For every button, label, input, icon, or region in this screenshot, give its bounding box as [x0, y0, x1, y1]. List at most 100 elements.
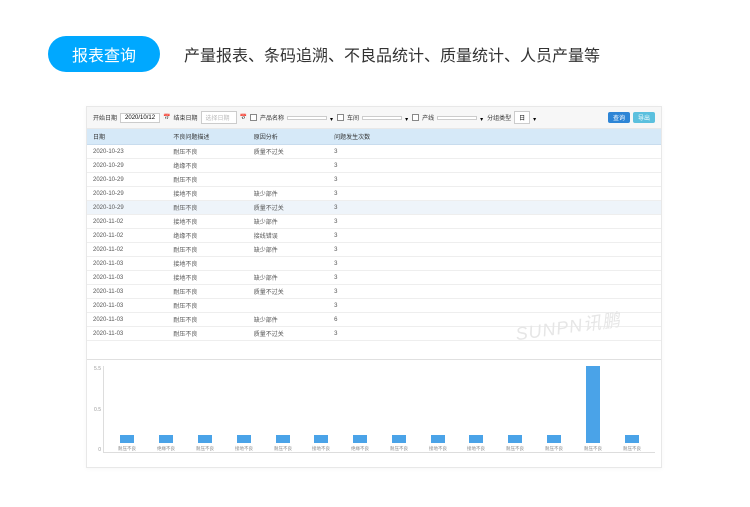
- table-row[interactable]: 2020-10-29耐压不良质量不过关3: [87, 201, 661, 215]
- bar[interactable]: [586, 366, 600, 443]
- table-cell: 耐压不良: [167, 313, 247, 327]
- calendar-icon[interactable]: 📅: [163, 114, 170, 121]
- column-header[interactable]: 原因分析: [248, 129, 328, 145]
- table-cell: 耐压不良: [167, 201, 247, 215]
- table-container: 日期不良问题描述原因分析问题发生次数 2020-10-23耐压不良质量不过关32…: [87, 129, 661, 357]
- table-cell: 绝缘不良: [167, 159, 247, 173]
- table-row[interactable]: 2020-11-03耐压不良质量不过关3: [87, 285, 661, 299]
- table-cell: 缺少部件: [248, 243, 328, 257]
- defect-table: 日期不良问题描述原因分析问题发生次数 2020-10-23耐压不良质量不过关32…: [87, 129, 661, 341]
- table-cell: 耐压不良: [167, 173, 247, 187]
- table-cell: 绝缘不良: [167, 229, 247, 243]
- query-button[interactable]: 查询: [608, 112, 630, 123]
- table-cell: 耐压不良: [167, 285, 247, 299]
- product-checkbox[interactable]: [250, 114, 257, 121]
- chevron-down-icon: ▾: [480, 116, 484, 120]
- table-row[interactable]: 2020-10-23耐压不良质量不过关3: [87, 145, 661, 159]
- export-button[interactable]: 导出: [633, 112, 655, 123]
- y-tick: 0.5: [89, 407, 101, 413]
- table-cell: 3: [328, 145, 661, 159]
- table-cell: 2020-11-03: [87, 313, 167, 327]
- section-pill: 报表查询: [48, 36, 160, 72]
- end-date-input[interactable]: 选择日期: [201, 111, 237, 124]
- workshop-select[interactable]: [362, 116, 402, 120]
- bar-label: 接地不良: [429, 445, 447, 451]
- workshop-checkbox[interactable]: [337, 114, 344, 121]
- bar[interactable]: [159, 435, 173, 443]
- table-cell: 耐压不良: [167, 243, 247, 257]
- bar-group: 耐压不良: [573, 366, 612, 452]
- bar-label: 耐压不良: [506, 445, 524, 451]
- report-panel: 开始日期 2020/10/12 📅 结束日期 选择日期 📅 产品名称 ▾ 车间 …: [86, 106, 662, 468]
- bar-group: 耐压不良: [263, 366, 302, 452]
- table-cell: 2020-11-03: [87, 285, 167, 299]
- bar-group: 接地不良: [302, 366, 341, 452]
- bar-group: 耐压不良: [379, 366, 418, 452]
- table-cell: 2020-11-02: [87, 215, 167, 229]
- table-row[interactable]: 2020-10-29绝缘不良 3: [87, 159, 661, 173]
- bar[interactable]: [547, 435, 561, 443]
- table-cell: 2020-10-29: [87, 173, 167, 187]
- bar-group: 耐压不良: [496, 366, 535, 452]
- column-header[interactable]: 问题发生次数: [328, 129, 661, 145]
- table-cell: 接地不良: [167, 257, 247, 271]
- bar[interactable]: [508, 435, 522, 443]
- bar-label: 耐压不良: [118, 445, 136, 451]
- bar-label: 绝缘不良: [157, 445, 175, 451]
- column-header[interactable]: 日期: [87, 129, 167, 145]
- table-row[interactable]: 2020-10-29接地不良缺少部件3: [87, 187, 661, 201]
- table-cell: 2020-10-23: [87, 145, 167, 159]
- table-cell: 缺少部件: [248, 271, 328, 285]
- table-cell: 缺少部件: [248, 187, 328, 201]
- bar[interactable]: [431, 435, 445, 443]
- bar[interactable]: [625, 435, 639, 443]
- table-cell: 3: [328, 187, 661, 201]
- chevron-down-icon: ▾: [405, 116, 409, 120]
- table-cell: 接线错误: [248, 229, 328, 243]
- calendar-icon[interactable]: 📅: [240, 114, 247, 121]
- line-select[interactable]: [437, 116, 477, 120]
- table-cell: 3: [328, 159, 661, 173]
- table-cell: 3: [328, 173, 661, 187]
- bar[interactable]: [469, 435, 483, 443]
- table-row[interactable]: 2020-11-03耐压不良缺少部件6: [87, 313, 661, 327]
- bar[interactable]: [314, 435, 328, 443]
- table-cell: 3: [328, 215, 661, 229]
- table-cell: 3: [328, 299, 661, 313]
- product-select[interactable]: [287, 116, 327, 120]
- column-header[interactable]: 不良问题描述: [167, 129, 247, 145]
- bar-label: 耐压不良: [390, 445, 408, 451]
- table-row[interactable]: 2020-11-02绝缘不良接线错误3: [87, 229, 661, 243]
- start-date-label: 开始日期: [93, 113, 117, 122]
- table-cell: 3: [328, 327, 661, 341]
- filter-bar: 开始日期 2020/10/12 📅 结束日期 选择日期 📅 产品名称 ▾ 车间 …: [87, 107, 661, 129]
- bar[interactable]: [353, 435, 367, 443]
- table-row[interactable]: 2020-10-29耐压不良 3: [87, 173, 661, 187]
- table-cell: 3: [328, 257, 661, 271]
- start-date-input[interactable]: 2020/10/12: [120, 113, 160, 123]
- table-row[interactable]: 2020-11-03接地不良3: [87, 257, 661, 271]
- table-cell: 2020-11-02: [87, 229, 167, 243]
- bar[interactable]: [237, 435, 251, 443]
- group-select[interactable]: 日: [514, 111, 530, 124]
- bar[interactable]: [276, 435, 290, 443]
- table-cell: 耐压不良: [167, 299, 247, 313]
- table-cell: 耐压不良: [167, 145, 247, 159]
- table-row[interactable]: 2020-11-02接地不良缺少部件3: [87, 215, 661, 229]
- table-row[interactable]: 2020-11-03耐压不良3: [87, 299, 661, 313]
- table-row[interactable]: 2020-11-03接地不良缺少部件3: [87, 271, 661, 285]
- table-row[interactable]: 2020-11-03耐压不良质量不过关3: [87, 327, 661, 341]
- chevron-down-icon: ▾: [533, 116, 537, 120]
- bar-group: 耐压不良: [535, 366, 574, 452]
- table-cell: 耐压不良: [167, 327, 247, 341]
- line-checkbox[interactable]: [412, 114, 419, 121]
- table-cell: 2020-10-29: [87, 159, 167, 173]
- y-tick: 5.5: [89, 366, 101, 372]
- table-row[interactable]: 2020-11-02耐压不良缺少部件3: [87, 243, 661, 257]
- table-cell: 3: [328, 271, 661, 285]
- bar[interactable]: [392, 435, 406, 443]
- table-cell: 质量不过关: [248, 285, 328, 299]
- bar[interactable]: [120, 435, 134, 443]
- table-cell: 3: [328, 243, 661, 257]
- bar[interactable]: [198, 435, 212, 443]
